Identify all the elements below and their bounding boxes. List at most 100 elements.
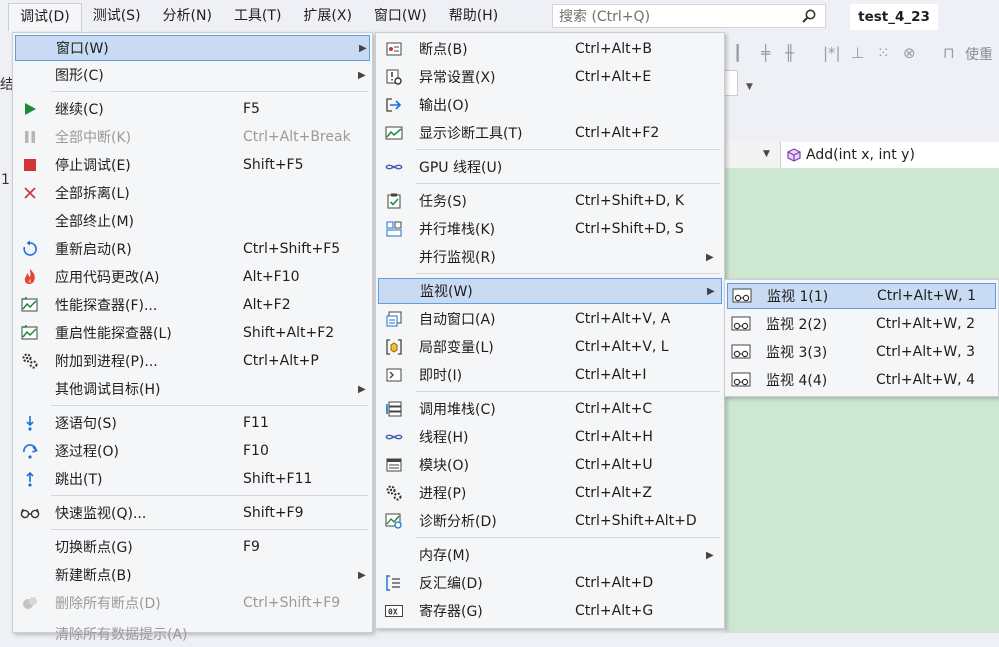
toolbar-icon[interactable]: ┃ bbox=[733, 44, 742, 62]
menu-item-terminate-all[interactable]: 全部终止(M) bbox=[15, 208, 370, 234]
delete-breakpoints-icon bbox=[20, 593, 40, 613]
menu-item-label: 图形(C) bbox=[55, 68, 104, 84]
code-editor-area[interactable] bbox=[725, 168, 999, 633]
menu-item-processes[interactable]: 进程(P) Ctrl+Alt+Z bbox=[378, 480, 722, 506]
menu-item-stop-debugging[interactable]: 停止调试(E) Shift+F5 bbox=[15, 152, 370, 178]
menu-item-label: 监视 4(4) bbox=[766, 373, 828, 389]
menu-item-shortcut: Ctrl+Alt+W, 3 bbox=[876, 344, 975, 360]
menu-item-break-all[interactable]: 全部中断(K) Ctrl+Alt+Break bbox=[15, 124, 370, 150]
menu-item-detach-all[interactable]: 全部拆离(L) bbox=[15, 180, 370, 206]
menu-item-breakpoints[interactable]: 断点(B) Ctrl+Alt+B bbox=[378, 36, 722, 62]
menu-test[interactable]: 测试(S) bbox=[82, 3, 152, 29]
menu-tools[interactable]: 工具(T) bbox=[223, 3, 292, 29]
menu-item-label: 全部拆离(L) bbox=[55, 186, 130, 202]
menu-item-other-debug-targets[interactable]: 其他调试目标(H) ▶ bbox=[15, 376, 370, 402]
zoom-icon[interactable]: ⊗ bbox=[903, 44, 916, 62]
menu-item-autos[interactable]: 自动窗口(A) Ctrl+Alt+V, A bbox=[378, 306, 722, 332]
grid-icon[interactable]: ⁙ bbox=[877, 44, 890, 62]
menu-item-step-over[interactable]: 逐过程(O) F10 bbox=[15, 438, 370, 464]
menu-item-graphics[interactable]: 图形(C) ▶ bbox=[15, 62, 370, 88]
menu-item-restart[interactable]: 重新启动(R) Ctrl+Shift+F5 bbox=[15, 236, 370, 262]
menu-item-parallel-stacks[interactable]: 并行堆栈(K) Ctrl+Shift+D, S bbox=[378, 216, 722, 242]
pause-icon bbox=[20, 127, 40, 147]
menu-item-label: 线程(H) bbox=[419, 430, 469, 446]
menu-item-diagnostic-tools[interactable]: 显示诊断工具(T) Ctrl+Alt+F2 bbox=[378, 120, 722, 146]
menu-item-window[interactable]: 窗口(W) ▶ bbox=[15, 35, 370, 61]
menu-item-attach-to-process[interactable]: 附加到进程(P)... Ctrl+Alt+P bbox=[15, 348, 370, 374]
menu-help[interactable]: 帮助(H) bbox=[438, 3, 509, 29]
chevron-down-icon[interactable]: ▼ bbox=[763, 149, 770, 159]
menu-item-performance-profiler[interactable]: 性能探查器(F)... Alt+F2 bbox=[15, 292, 370, 318]
submenu-arrow-icon: ▶ bbox=[706, 549, 714, 561]
menu-item-diagnostic-analysis[interactable]: 诊断分析(D) Ctrl+Shift+Alt+D bbox=[378, 508, 722, 534]
menu-item-watch[interactable]: 监视(W) ▶ bbox=[378, 278, 722, 304]
menu-separator bbox=[416, 273, 720, 274]
gpu-threads-icon bbox=[384, 157, 404, 177]
menu-item-shortcut: Ctrl+Alt+P bbox=[243, 353, 319, 369]
spacing-icon[interactable]: |*| bbox=[823, 44, 841, 62]
menu-window[interactable]: 窗口(W) bbox=[363, 3, 438, 29]
menu-extensions[interactable]: 扩展(X) bbox=[292, 3, 363, 29]
search-box[interactable]: 搜索 (Ctrl+Q) bbox=[552, 4, 826, 28]
menu-item-delete-all-breakpoints[interactable]: 删除所有断点(D) Ctrl+Shift+F9 bbox=[15, 590, 370, 616]
glasses-icon bbox=[20, 503, 40, 523]
menu-item-modules[interactable]: 模块(O) Ctrl+Alt+U bbox=[378, 452, 722, 478]
menu-item-memory[interactable]: 内存(M) ▶ bbox=[378, 542, 722, 568]
menu-analyze[interactable]: 分析(N) bbox=[152, 3, 223, 29]
search-icon[interactable] bbox=[801, 8, 817, 28]
config-dropdown[interactable] bbox=[724, 70, 738, 96]
menu-item-clear-datatips[interactable]: 清除所有数据提示(A) bbox=[15, 621, 370, 647]
toolbar-text[interactable]: 使重 bbox=[965, 44, 993, 64]
menu-item-label: 窗口(W) bbox=[56, 41, 109, 57]
align-icon[interactable]: ╪ bbox=[761, 44, 770, 62]
menu-item-tasks[interactable]: 任务(S) Ctrl+Shift+D, K bbox=[378, 188, 722, 214]
menu-item-registers[interactable]: 0X 寄存器(G) Ctrl+Alt+G bbox=[378, 598, 722, 624]
menu-item-toggle-breakpoint[interactable]: 切换断点(G) F9 bbox=[15, 534, 370, 560]
menu-item-label: 监视 1(1) bbox=[767, 289, 829, 305]
menu-item-exception-settings[interactable]: 异常设置(X) Ctrl+Alt+E bbox=[378, 64, 722, 90]
menu-item-label: 新建断点(B) bbox=[55, 568, 132, 584]
menu-item-disassembly[interactable]: 反汇编(D) Ctrl+Alt+D bbox=[378, 570, 722, 596]
toolbar-background: ┃ ╪ ╫ |*| ⊥ ⁙ ⊗ ⊓ 使重 bbox=[725, 38, 999, 68]
menu-item-watch-4[interactable]: 监视 4(4) Ctrl+Alt+W, 4 bbox=[727, 367, 996, 393]
menu-item-watch-3[interactable]: 监视 3(3) Ctrl+Alt+W, 3 bbox=[727, 339, 996, 365]
step-out-icon bbox=[20, 469, 40, 489]
menu-item-quick-watch[interactable]: 快速监视(Q)... Shift+F9 bbox=[15, 500, 370, 526]
menu-item-shortcut: Ctrl+Alt+W, 4 bbox=[876, 372, 975, 388]
menu-item-watch-1[interactable]: 监视 1(1) Ctrl+Alt+W, 1 bbox=[727, 283, 996, 309]
menu-item-call-stack[interactable]: 调用堆栈(C) Ctrl+Alt+C bbox=[378, 396, 722, 422]
menu-item-shortcut: F5 bbox=[243, 101, 260, 117]
menu-item-step-out[interactable]: 跳出(T) Shift+F11 bbox=[15, 466, 370, 492]
menu-debug[interactable]: 调试(D) bbox=[8, 3, 82, 31]
align-icon[interactable]: ╫ bbox=[785, 44, 794, 62]
menu-item-apply-code-changes[interactable]: 应用代码更改(A) Alt+F10 bbox=[15, 264, 370, 290]
menu-item-shortcut: Ctrl+Alt+G bbox=[575, 603, 654, 619]
menu-item-shortcut: F11 bbox=[243, 415, 269, 431]
immediate-icon bbox=[384, 365, 404, 385]
menu-item-shortcut: Ctrl+Alt+V, L bbox=[575, 339, 669, 355]
menu-item-continue[interactable]: 继续(C) F5 bbox=[15, 96, 370, 122]
dropdown-arrow-icon[interactable]: ▼ bbox=[746, 82, 753, 92]
menu-item-shortcut: F9 bbox=[243, 539, 260, 555]
menu-separator bbox=[416, 537, 720, 538]
menu-item-relaunch-profiler[interactable]: 重启性能探查器(L) Shift+Alt+F2 bbox=[15, 320, 370, 346]
align-icon[interactable]: ⊥ bbox=[851, 44, 864, 62]
menu-item-step-into[interactable]: 逐语句(S) F11 bbox=[15, 410, 370, 436]
menu-item-shortcut: Ctrl+Alt+F2 bbox=[575, 125, 660, 141]
menu-item-locals[interactable]: 局部变量(L) Ctrl+Alt+V, L bbox=[378, 334, 722, 360]
menu-item-immediate[interactable]: 即时(I) Ctrl+Alt+I bbox=[378, 362, 722, 388]
function-dropdown[interactable]: Add(int x, int y) bbox=[780, 142, 999, 168]
call-stack-icon bbox=[384, 399, 404, 419]
menu-item-shortcut: Ctrl+Alt+W, 2 bbox=[876, 316, 975, 332]
menu-item-gpu-threads[interactable]: GPU 线程(U) bbox=[378, 154, 722, 180]
toolbar-icon[interactable]: ⊓ bbox=[943, 44, 955, 62]
menu-item-parallel-watch[interactable]: 并行监视(R) ▶ bbox=[378, 244, 722, 270]
menu-item-output[interactable]: 输出(O) bbox=[378, 92, 722, 118]
menu-separator bbox=[51, 495, 368, 496]
menu-item-threads[interactable]: 线程(H) Ctrl+Alt+H bbox=[378, 424, 722, 450]
autos-icon bbox=[384, 309, 404, 329]
menu-item-watch-2[interactable]: 监视 2(2) Ctrl+Alt+W, 2 bbox=[727, 311, 996, 337]
menu-item-new-breakpoint[interactable]: 新建断点(B) ▶ bbox=[15, 562, 370, 588]
menu-item-label: 删除所有断点(D) bbox=[55, 596, 161, 612]
menu-item-shortcut: Alt+F10 bbox=[243, 269, 300, 285]
